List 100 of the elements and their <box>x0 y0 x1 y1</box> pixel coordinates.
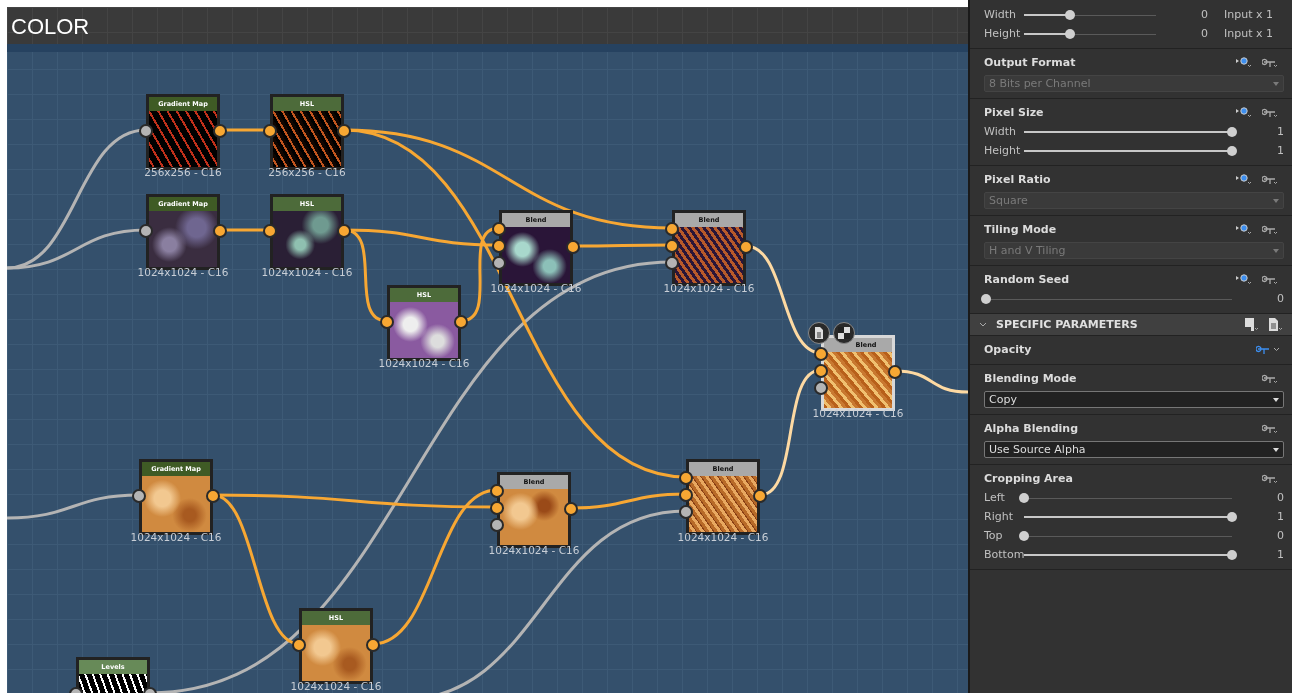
slider-label: Width <box>984 125 1017 138</box>
texture-thumbnail <box>824 352 892 408</box>
link-icon[interactable] <box>1236 223 1254 235</box>
dropdown[interactable]: Use Source Alpha <box>984 441 1284 458</box>
input-port[interactable] <box>814 364 828 378</box>
function-icon[interactable] <box>1262 472 1280 484</box>
input-port[interactable] <box>380 315 394 329</box>
texture-thumbnail <box>149 111 217 167</box>
texture-thumbnail <box>302 625 370 681</box>
input-port[interactable] <box>814 381 828 395</box>
slider-thumb[interactable] <box>981 293 991 304</box>
output-port[interactable] <box>888 365 902 379</box>
parameter-label: Cropping Area <box>984 471 1073 485</box>
texture-thumbnail <box>675 227 743 283</box>
caret-icon <box>1273 81 1279 86</box>
input-port[interactable] <box>679 471 693 485</box>
input-port[interactable] <box>492 239 506 253</box>
texture-thumbnail <box>502 227 570 283</box>
link-icon[interactable] <box>1236 173 1254 185</box>
texture-thumbnail <box>142 476 210 532</box>
preset-icon[interactable] <box>1244 317 1260 332</box>
slider-value: 1 <box>1276 125 1284 138</box>
function-icon[interactable] <box>1262 56 1280 68</box>
input-port[interactable] <box>492 222 506 236</box>
parameter-label: Blending Mode <box>984 371 1077 385</box>
slider-label: Height <box>984 144 1022 157</box>
output-port[interactable] <box>206 489 220 503</box>
input-port[interactable] <box>490 484 504 498</box>
function-icon[interactable] <box>1262 223 1280 235</box>
node-resolution: 1024x1024 - C16 <box>663 283 755 294</box>
texture-thumbnail <box>390 302 458 358</box>
texture-thumbnail <box>273 211 341 267</box>
node-resolution: 256x256 - C16 <box>268 167 346 178</box>
input-port[interactable] <box>665 222 679 236</box>
slider-value: 0 <box>1276 491 1284 504</box>
slider-thumb[interactable] <box>1065 9 1076 20</box>
output-port[interactable] <box>566 240 580 254</box>
input-port[interactable] <box>132 489 146 503</box>
node-resolution: 1024x1024 - C16 <box>261 267 353 278</box>
texture-thumbnail <box>689 476 757 532</box>
function-icon[interactable] <box>1262 422 1280 434</box>
input-port[interactable] <box>292 638 306 652</box>
output-port[interactable] <box>337 224 351 238</box>
output-port[interactable] <box>454 315 468 329</box>
output-port[interactable] <box>753 489 767 503</box>
node-graph-canvas[interactable] <box>7 44 968 693</box>
input-port[interactable] <box>263 224 277 238</box>
output-port[interactable] <box>739 240 753 254</box>
function-icon[interactable] <box>1262 173 1280 185</box>
input-port[interactable] <box>679 505 693 519</box>
input-port[interactable] <box>263 124 277 138</box>
input-port[interactable] <box>814 347 828 361</box>
function-icon[interactable] <box>1262 372 1280 384</box>
input-port[interactable] <box>665 256 679 270</box>
section-header[interactable]: SPECIFIC PARAMETERS <box>970 314 1292 336</box>
node-resolution: 1024x1024 - C16 <box>130 532 222 543</box>
link-icon[interactable] <box>1236 106 1254 118</box>
output-port[interactable] <box>213 224 227 238</box>
input-port[interactable] <box>139 224 153 238</box>
function-icon[interactable] <box>1262 273 1280 285</box>
section-title: SPECIFIC PARAMETERS <box>996 318 1139 331</box>
slider-label: Bottom <box>984 548 1022 561</box>
slider-value: 1 <box>1276 510 1284 523</box>
input-port[interactable] <box>490 501 504 515</box>
checkerboard-icon[interactable] <box>833 322 855 344</box>
document-icon[interactable] <box>1268 317 1284 332</box>
caret-icon <box>1273 447 1279 452</box>
output-port[interactable] <box>337 124 351 138</box>
slider-value: 0 <box>1276 529 1284 542</box>
slider-value: 0 <box>1200 8 1208 21</box>
slider-thumb[interactable] <box>1227 511 1237 522</box>
link-icon[interactable] <box>1236 56 1254 68</box>
output-port[interactable] <box>213 124 227 138</box>
function-icon[interactable] <box>1256 343 1280 355</box>
slider-value: 1 <box>1276 144 1284 157</box>
slider-value: 1 <box>1276 548 1284 561</box>
value-unit: Input x 1 <box>1224 8 1274 21</box>
slider-thumb[interactable] <box>1019 492 1029 503</box>
slider-thumb[interactable] <box>1227 145 1237 156</box>
input-port[interactable] <box>139 124 153 138</box>
slider-thumb[interactable] <box>1019 530 1029 541</box>
node-resolution: 1024x1024 - C16 <box>137 267 229 278</box>
parameter-label: Random Seed <box>984 272 1070 286</box>
slider-thumb[interactable] <box>1065 28 1076 39</box>
value-unit: Input x 1 <box>1224 27 1274 40</box>
parameter-label: Opacity <box>984 342 1032 356</box>
slider-value: 0 <box>1276 292 1284 305</box>
input-port[interactable] <box>490 518 504 532</box>
dropdown[interactable]: Copy <box>984 391 1284 408</box>
function-icon[interactable] <box>1262 106 1280 118</box>
input-port[interactable] <box>492 256 506 270</box>
slider-thumb[interactable] <box>1227 126 1237 137</box>
input-port[interactable] <box>679 488 693 502</box>
document-icon[interactable] <box>808 322 830 344</box>
slider-thumb[interactable] <box>1227 549 1237 560</box>
output-port[interactable] <box>366 638 380 652</box>
slider-label: Left <box>984 491 1006 504</box>
output-port[interactable] <box>564 502 578 516</box>
link-icon[interactable] <box>1236 273 1254 285</box>
input-port[interactable] <box>665 239 679 253</box>
